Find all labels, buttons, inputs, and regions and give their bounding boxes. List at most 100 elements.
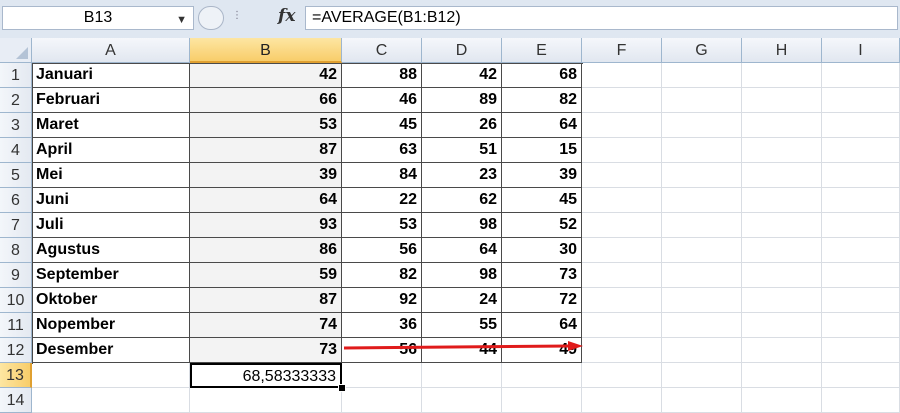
- cell-g12[interactable]: [662, 338, 742, 363]
- chevron-down-icon[interactable]: ▼: [176, 9, 187, 31]
- cell-d8[interactable]: 64: [422, 238, 502, 263]
- cell-e9[interactable]: 73: [502, 263, 582, 288]
- cell-g1[interactable]: [662, 63, 742, 88]
- cell-g10[interactable]: [662, 288, 742, 313]
- cell-h11[interactable]: [742, 313, 822, 338]
- cell-b4[interactable]: 87: [190, 138, 342, 163]
- cell-i5[interactable]: [822, 163, 900, 188]
- row-header-2[interactable]: 2: [0, 88, 32, 113]
- column-header-a[interactable]: A: [32, 38, 190, 63]
- cell-f7[interactable]: [582, 213, 662, 238]
- row-header-5[interactable]: 5: [0, 163, 32, 188]
- cell-f8[interactable]: [582, 238, 662, 263]
- cell-e13[interactable]: [502, 363, 582, 388]
- cell-f10[interactable]: [582, 288, 662, 313]
- cell-d9[interactable]: 98: [422, 263, 502, 288]
- cell-i10[interactable]: [822, 288, 900, 313]
- cell-g7[interactable]: [662, 213, 742, 238]
- cell-h6[interactable]: [742, 188, 822, 213]
- cell-i12[interactable]: [822, 338, 900, 363]
- cell-a6[interactable]: Juni: [32, 188, 190, 213]
- cell-a14[interactable]: [32, 388, 190, 413]
- row-header-7[interactable]: 7: [0, 213, 32, 238]
- cell-c2[interactable]: 46: [342, 88, 422, 113]
- cell-a8[interactable]: Agustus: [32, 238, 190, 263]
- cell-f2[interactable]: [582, 88, 662, 113]
- cell-b10[interactable]: 87: [190, 288, 342, 313]
- cell-h13[interactable]: [742, 363, 822, 388]
- cell-c4[interactable]: 63: [342, 138, 422, 163]
- cell-g14[interactable]: [662, 388, 742, 413]
- cell-h9[interactable]: [742, 263, 822, 288]
- cell-e7[interactable]: 52: [502, 213, 582, 238]
- cell-d6[interactable]: 62: [422, 188, 502, 213]
- cell-b2[interactable]: 66: [190, 88, 342, 113]
- cell-h5[interactable]: [742, 163, 822, 188]
- cell-i8[interactable]: [822, 238, 900, 263]
- cell-e3[interactable]: 64: [502, 113, 582, 138]
- cell-h4[interactable]: [742, 138, 822, 163]
- cell-a10[interactable]: Oktober: [32, 288, 190, 313]
- cell-f9[interactable]: [582, 263, 662, 288]
- cell-a4[interactable]: April: [32, 138, 190, 163]
- cell-i7[interactable]: [822, 213, 900, 238]
- cell-b1[interactable]: 42: [190, 63, 342, 88]
- row-header-1[interactable]: 1: [0, 63, 32, 88]
- row-header-14[interactable]: 14: [0, 388, 32, 413]
- active-cell-b13[interactable]: 68,58333333: [190, 363, 342, 388]
- cell-c7[interactable]: 53: [342, 213, 422, 238]
- cell-d10[interactable]: 24: [422, 288, 502, 313]
- cell-c10[interactable]: 92: [342, 288, 422, 313]
- cell-a3[interactable]: Maret: [32, 113, 190, 138]
- cell-g5[interactable]: [662, 163, 742, 188]
- formula-bar-toggle-button[interactable]: [198, 6, 224, 30]
- cell-c8[interactable]: 56: [342, 238, 422, 263]
- cell-d1[interactable]: 42: [422, 63, 502, 88]
- row-header-6[interactable]: 6: [0, 188, 32, 213]
- cell-g3[interactable]: [662, 113, 742, 138]
- cell-b7[interactable]: 93: [190, 213, 342, 238]
- cell-i9[interactable]: [822, 263, 900, 288]
- drag-handle-icon[interactable]: ⋮: [232, 10, 243, 21]
- row-header-11[interactable]: 11: [0, 313, 32, 338]
- cell-f5[interactable]: [582, 163, 662, 188]
- cell-i2[interactable]: [822, 88, 900, 113]
- row-header-12[interactable]: 12: [0, 338, 32, 363]
- cell-a7[interactable]: Juli: [32, 213, 190, 238]
- row-header-3[interactable]: 3: [0, 113, 32, 138]
- cell-h14[interactable]: [742, 388, 822, 413]
- cell-d14[interactable]: [422, 388, 502, 413]
- column-header-f[interactable]: F: [582, 38, 662, 63]
- cell-c6[interactable]: 22: [342, 188, 422, 213]
- cell-b14[interactable]: [190, 388, 342, 413]
- cell-h7[interactable]: [742, 213, 822, 238]
- cell-f6[interactable]: [582, 188, 662, 213]
- cell-e11[interactable]: 64: [502, 313, 582, 338]
- cell-a9[interactable]: September: [32, 263, 190, 288]
- cell-c11[interactable]: 36: [342, 313, 422, 338]
- cell-h8[interactable]: [742, 238, 822, 263]
- cell-e6[interactable]: 45: [502, 188, 582, 213]
- row-header-4[interactable]: 4: [0, 138, 32, 163]
- column-header-g[interactable]: G: [662, 38, 742, 63]
- cell-b3[interactable]: 53: [190, 113, 342, 138]
- cell-c1[interactable]: 88: [342, 63, 422, 88]
- cell-c9[interactable]: 82: [342, 263, 422, 288]
- cell-a5[interactable]: Mei: [32, 163, 190, 188]
- cell-i11[interactable]: [822, 313, 900, 338]
- cell-a13[interactable]: [32, 363, 190, 388]
- cell-e5[interactable]: 39: [502, 163, 582, 188]
- cell-b11[interactable]: 74: [190, 313, 342, 338]
- cell-i13[interactable]: [822, 363, 900, 388]
- cell-g6[interactable]: [662, 188, 742, 213]
- cell-d7[interactable]: 98: [422, 213, 502, 238]
- cell-g13[interactable]: [662, 363, 742, 388]
- cell-f3[interactable]: [582, 113, 662, 138]
- cell-f4[interactable]: [582, 138, 662, 163]
- column-header-d[interactable]: D: [422, 38, 502, 63]
- cell-f14[interactable]: [582, 388, 662, 413]
- row-header-13[interactable]: 13: [0, 363, 32, 388]
- cell-c14[interactable]: [342, 388, 422, 413]
- cell-g11[interactable]: [662, 313, 742, 338]
- cell-h1[interactable]: [742, 63, 822, 88]
